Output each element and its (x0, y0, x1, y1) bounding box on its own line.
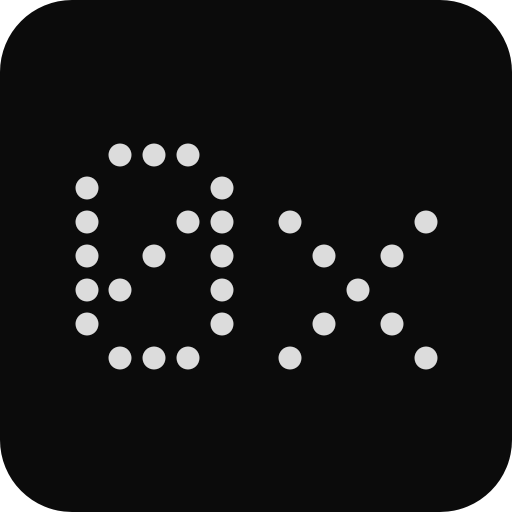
zero-glyph-dot (210, 312, 234, 336)
zero-glyph-dot (142, 244, 166, 268)
x-glyph-dot (312, 244, 336, 268)
zero-glyph-dot (210, 244, 234, 268)
zero-glyph-dot (108, 143, 132, 167)
zero-glyph-dot (142, 143, 166, 167)
zero-glyph-dot (176, 346, 200, 370)
zero-glyph-dot (210, 210, 234, 234)
x-glyph-dot (380, 312, 404, 336)
zero-glyph-dot (75, 312, 99, 336)
zero-glyph-dot (75, 210, 99, 234)
x-glyph-dot (414, 210, 438, 234)
x-glyph-dot (312, 312, 336, 336)
zero-glyph-dot (75, 244, 99, 268)
zero-glyph-dot (108, 278, 132, 302)
x-glyph-dot (278, 210, 302, 234)
zero-glyph-dot (108, 346, 132, 370)
app-icon[interactable] (0, 0, 512, 512)
zero-glyph-dot (176, 143, 200, 167)
x-glyph-dot (278, 346, 302, 370)
x-glyph-dot (414, 346, 438, 370)
zero-glyph-dot (210, 176, 234, 200)
zero-glyph-dot (210, 278, 234, 302)
zero-glyph-dot (75, 278, 99, 302)
x-glyph-dot (346, 278, 370, 302)
zero-glyph-dot (142, 346, 166, 370)
zero-glyph-dot (176, 210, 200, 234)
x-glyph-dot (380, 244, 404, 268)
zero-glyph-dot (75, 176, 99, 200)
